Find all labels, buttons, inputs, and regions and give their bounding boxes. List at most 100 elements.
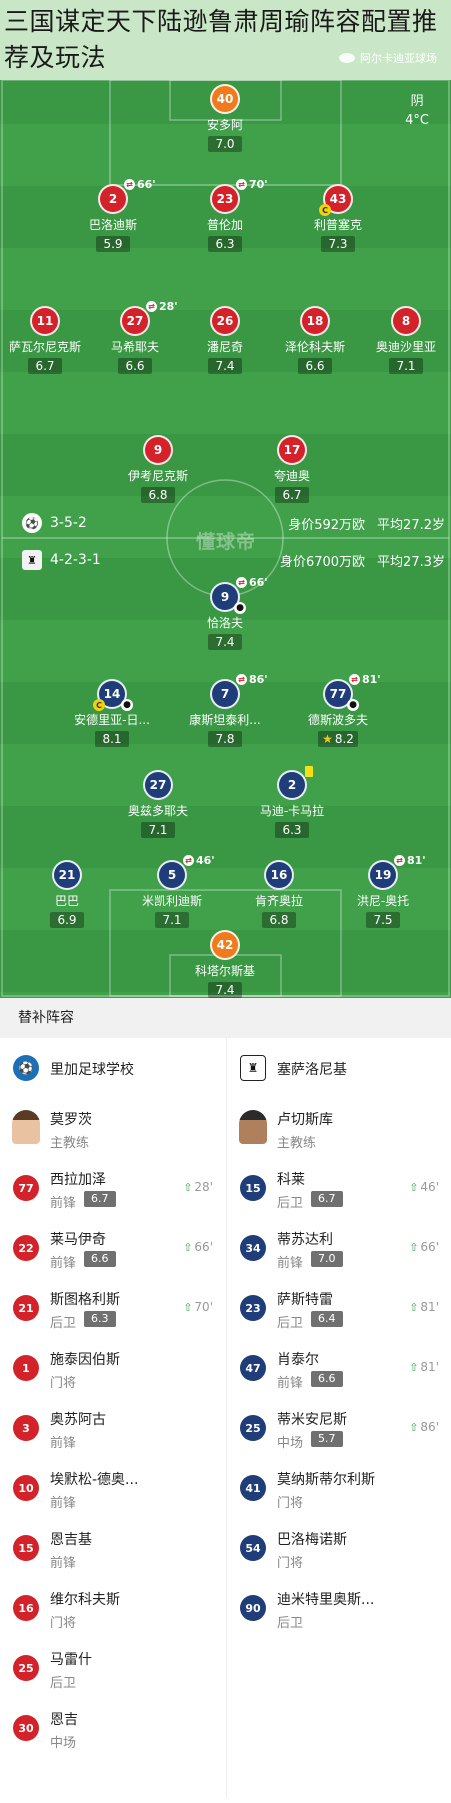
away-team-row[interactable]: ♜ 塞萨洛尼基 (227, 1038, 451, 1098)
sub-player-row[interactable]: 77 西拉加泽 前锋 6.7 ⇧ 28' (0, 1158, 225, 1218)
player-home[interactable]: 11 萨瓦尔尼克斯 6.7 (0, 306, 95, 374)
player-number: 21 (52, 860, 82, 890)
lineup-page: 三国谋定天下陆逊鲁肃周瑜阵容配置推荐及玩法 阿尔卡迪亚球场 阴 4°C 懂球帝 … (0, 0, 451, 1803)
captain-icon: C (93, 699, 105, 711)
sub-player-row[interactable]: 25 蒂米安尼斯 中场 5.7 ⇧ 86' (227, 1398, 451, 1458)
player-name: 洪尼-奥托 (356, 894, 410, 908)
player-home[interactable]: 8 奥迪沙里亚 7.1 (356, 306, 451, 374)
player-name: 肯齐奥拉 (254, 894, 303, 908)
sub-player-row[interactable]: 47 肖泰尔 前锋 6.6 ⇧ 81' (227, 1338, 451, 1398)
sub-player-number: 22 (13, 1235, 39, 1261)
sub-player-row[interactable]: 54 巴洛梅诺斯 门将 (227, 1518, 451, 1578)
sub-out-badge: ⇄ 81' (349, 673, 381, 686)
player-home[interactable]: 23 ⇄ 70' 普伦加 6.3 (175, 178, 275, 252)
sub-player-position: 后卫 (277, 1616, 304, 1631)
sub-player-position: 门将 (50, 1616, 77, 1631)
player-name: 萨瓦尔尼克斯 (8, 340, 81, 354)
player-home[interactable]: 2 ⇄ 66' 巴洛迪斯 5.9 (63, 178, 163, 252)
player-number: 17 (277, 435, 307, 465)
player-home-gk[interactable]: 40 安多阿 7.0 (175, 84, 275, 152)
sub-player-row[interactable]: 25 马雷什 后卫 (0, 1638, 225, 1698)
player-home[interactable]: 17 夸迪奥 6.7 (242, 435, 342, 503)
sub-player-row[interactable]: 30 恩吉 中场 (0, 1698, 225, 1758)
sub-player-row[interactable]: 41 莫纳斯蒂尔利斯 门将 (227, 1458, 451, 1518)
sub-player-position: 前锋 (50, 1496, 77, 1511)
sub-player-name: 斯图格利斯 (50, 1292, 120, 1308)
player-away[interactable]: 19 ⇄ 81' 洪尼-奥托 7.5 (333, 854, 433, 928)
player-away[interactable]: 16 肯齐奥拉 6.8 (229, 860, 329, 928)
sub-player-row[interactable]: 21 斯图格利斯 后卫 6.3 ⇧ 70' (0, 1278, 225, 1338)
coach-name: 莫罗茨 (50, 1112, 92, 1128)
home-team-logo-icon: ⚽ (22, 513, 42, 533)
player-away[interactable]: 7 ⇄ 86' 康斯坦泰利... 7.8 (175, 673, 275, 747)
player-home[interactable]: 9 伊考尼克斯 6.8 (108, 435, 208, 503)
player-number-wrap: 77 ⇄ 81' ● (323, 673, 381, 711)
sub-player-position: 后卫 (277, 1316, 304, 1331)
sub-player-number: 3 (13, 1415, 39, 1441)
home-team-row[interactable]: ⚽ 里加足球学校 (0, 1038, 225, 1098)
home-coach-row[interactable]: 莫罗茨 主教练 (0, 1098, 225, 1158)
sub-in-time: 70' (194, 1300, 213, 1314)
player-home[interactable]: 43 C 利普塞克 7.3 (288, 184, 388, 252)
sub-player-name: 萨斯特雷 (277, 1292, 333, 1308)
player-number: 14 (103, 687, 121, 701)
player-name: 潘尼奇 (206, 340, 243, 354)
player-number: 43 (329, 192, 347, 206)
player-name: 科塔尔斯基 (194, 964, 255, 978)
player-away[interactable]: 5 ⇄ 46' 米凯利迪斯 7.1 (122, 854, 222, 928)
player-away-gk[interactable]: 42 科塔尔斯基 7.4 (175, 930, 275, 998)
sub-player-row[interactable]: 22 莱马伊奇 前锋 6.6 ⇧ 66' (0, 1218, 225, 1278)
sub-player-position: 后卫 (50, 1316, 77, 1331)
player-away[interactable]: 21 巴巴 6.9 (17, 860, 117, 928)
sub-in-time: 86' (420, 1420, 439, 1434)
sub-player-row[interactable]: 34 蒂苏达利 前锋 7.0 ⇧ 66' (227, 1218, 451, 1278)
player-number: 16 (264, 860, 294, 890)
player-name: 泽伦科夫斯 (284, 340, 345, 354)
player-number: 11 (30, 306, 60, 336)
player-away[interactable]: 77 ⇄ 81' ● 德斯波多夫 ★ 8.2 (288, 673, 388, 747)
player-number: 26 (210, 306, 240, 336)
league-info: 阿尔卡迪亚球场 (339, 50, 437, 66)
star-icon: ★ (322, 732, 333, 746)
sub-player-row[interactable]: 1 施泰因伯斯 门将 (0, 1338, 225, 1398)
sub-player-rating: 6.6 (84, 1251, 116, 1267)
sub-player-row[interactable]: 23 萨斯特雷 后卫 6.4 ⇧ 81' (227, 1278, 451, 1338)
player-number-wrap: 27 ⇄ 28' (120, 300, 178, 336)
player-away[interactable]: 14 C ● 安德里亚-日... 8.1 (62, 679, 162, 747)
sub-in-info: ⇧ 46' (409, 1180, 439, 1194)
sub-player-name: 莱马伊奇 (50, 1232, 106, 1248)
player-home[interactable]: 26 潘尼奇 7.4 (175, 306, 275, 374)
player-number-wrap: 14 C ● (93, 679, 133, 711)
away-coach-row[interactable]: 卢切斯库 主教练 (227, 1098, 451, 1158)
sub-player-row[interactable]: 16 维尔科夫斯 门将 (0, 1578, 225, 1638)
sub-player-name: 施泰因伯斯 (50, 1352, 120, 1368)
player-name: 安多阿 (206, 118, 243, 132)
sub-player-row[interactable]: 10 埃默松-德奥... 前锋 (0, 1458, 225, 1518)
sub-in-arrow-icon: ⇧ (409, 1420, 419, 1434)
sub-player-row[interactable]: 15 科莱 后卫 6.7 ⇧ 46' (227, 1158, 451, 1218)
player-away[interactable]: 9 ⇄ 66' ● 恰洛夫 7.4 (175, 576, 275, 650)
player-number: 2 (287, 778, 297, 792)
player-rating: 7.1 (155, 912, 189, 928)
player-name: 夸迪奥 (273, 469, 310, 483)
home-subs-column: ⚽ 里加足球学校 莫罗茨 主教练 77 西拉加泽 前锋 6.7 ⇧ 28' 22 … (0, 1038, 225, 1758)
sub-in-time: 66' (194, 1240, 213, 1254)
player-name: 巴洛迪斯 (88, 218, 137, 232)
sub-player-name: 维尔科夫斯 (50, 1592, 120, 1608)
sub-player-row[interactable]: 15 恩吉基 前锋 (0, 1518, 225, 1578)
sub-out-icon: ⇄ (236, 577, 247, 588)
player-away[interactable]: 2 马迪-卡马拉 6.3 (242, 766, 342, 838)
sub-player-row[interactable]: 3 奥苏阿古 前锋 (0, 1398, 225, 1458)
player-number-wrap: 7 ⇄ 86' (210, 673, 268, 709)
player-name: 普伦加 (206, 218, 243, 232)
player-home[interactable]: 18 泽伦科夫斯 6.6 (265, 306, 365, 374)
player-name: 利普塞克 (313, 218, 362, 232)
player-home[interactable]: 27 ⇄ 28' 马希耶夫 6.6 (85, 300, 185, 374)
sub-player-name: 恩吉基 (50, 1532, 92, 1548)
substitutes-title: 替补阵容 (0, 998, 451, 1038)
sub-time: 70' (249, 178, 268, 191)
away-team-name: 塞萨洛尼基 (277, 1062, 347, 1078)
player-number-wrap: 2 ⇄ 66' (98, 178, 156, 214)
player-away[interactable]: 27 奥兹多耶夫 7.1 (108, 770, 208, 838)
sub-player-row[interactable]: 90 迪米特里奥斯... 后卫 (227, 1578, 451, 1638)
